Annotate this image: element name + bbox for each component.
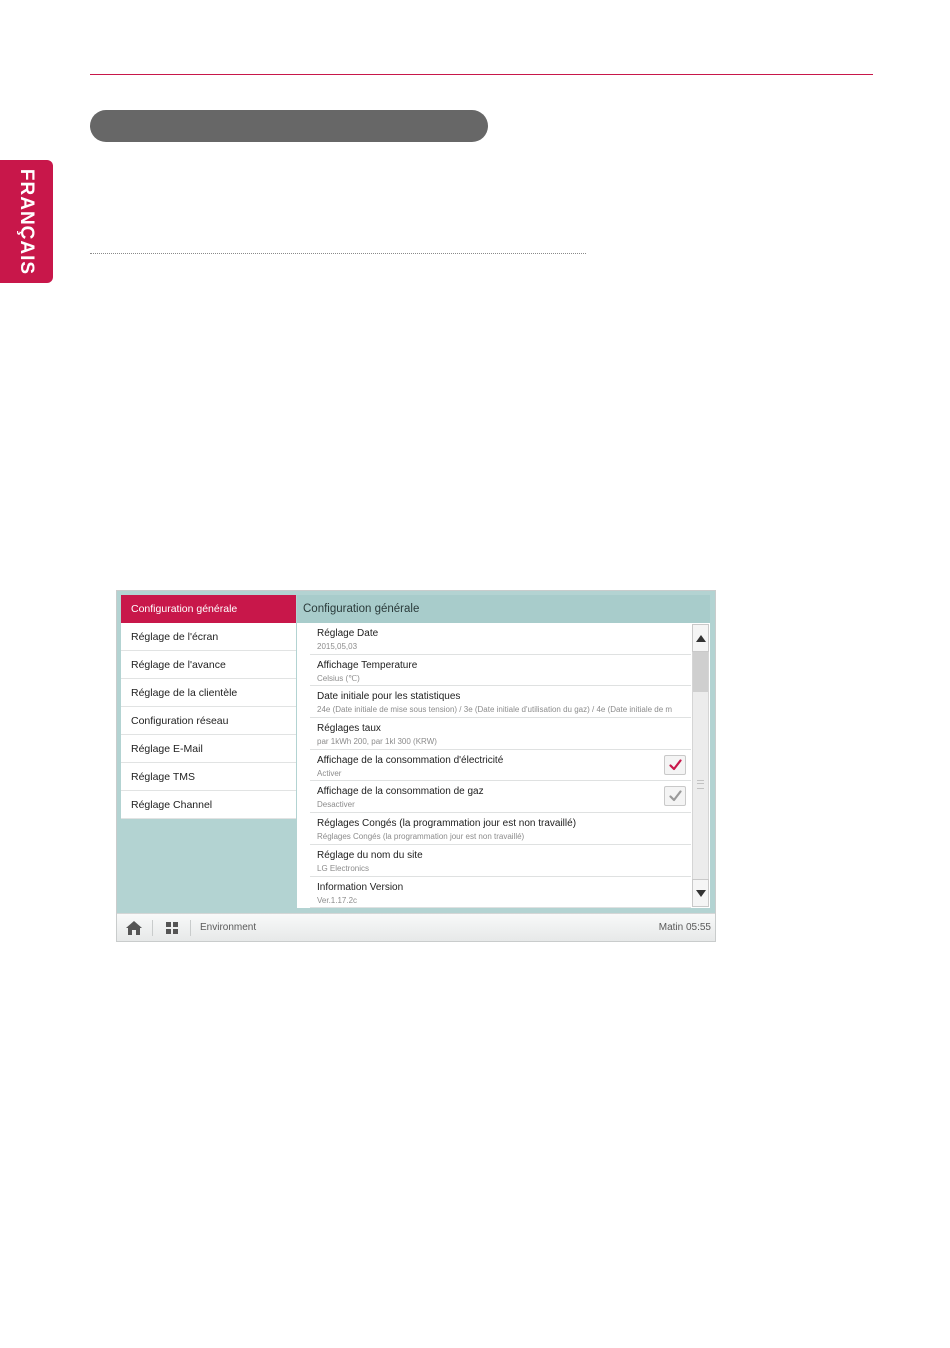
- settings-sidebar: Configuration générale Réglage de l'écra…: [121, 595, 296, 819]
- setting-title: Réglages taux: [317, 723, 381, 735]
- setting-row-holidays[interactable]: Réglages Congés (la programmation jour e…: [310, 813, 691, 845]
- setting-value: Desactiver: [317, 800, 355, 810]
- setting-row-stats-start-date[interactable]: Date initiale pour les statistiques 24e …: [310, 686, 691, 719]
- setting-title: Information Version: [317, 881, 404, 893]
- setting-title: Affichage de la consommation d'électrici…: [317, 754, 504, 766]
- setting-title: Réglage du nom du site: [317, 849, 423, 861]
- grip-icon: [697, 780, 704, 789]
- sidebar-item-channel-settings[interactable]: Réglage Channel: [121, 791, 296, 819]
- grid-menu-icon[interactable]: [165, 921, 181, 935]
- section-title-pill: [90, 110, 488, 142]
- clock-time: Matin 05:55: [658, 922, 711, 933]
- scroll-down-button[interactable]: [692, 879, 709, 907]
- setting-title: Réglage Date: [317, 628, 379, 639]
- scroll-track[interactable]: [692, 652, 709, 879]
- panel-header: Configuration générale: [297, 595, 710, 623]
- gas-display-checkbox[interactable]: [664, 786, 686, 807]
- breadcrumb-environment[interactable]: Environment: [200, 914, 256, 941]
- panel-title: Configuration générale: [303, 603, 420, 615]
- sidebar-item-email-settings[interactable]: Réglage E-Mail: [121, 735, 296, 763]
- sidebar-item-general-config[interactable]: Configuration générale: [121, 595, 296, 623]
- electricity-display-checkbox[interactable]: [664, 754, 686, 775]
- setting-title: Réglages Congés (la programmation jour e…: [317, 818, 577, 830]
- language-label: FRANÇAIS: [16, 168, 37, 276]
- setting-row-date[interactable]: Réglage Date 2015,05,03: [310, 623, 691, 655]
- setting-value: Celsius (℃): [317, 673, 360, 683]
- setting-value: 24e (Date initiale de mise sous tension)…: [317, 705, 673, 715]
- setting-title: Affichage Temperature: [317, 659, 418, 671]
- setting-value: 2015,05,03: [317, 642, 358, 651]
- sidebar-item-advance-settings[interactable]: Réglage de l'avance: [121, 651, 296, 679]
- sidebar-item-network-config[interactable]: Configuration réseau: [121, 707, 296, 735]
- sidebar-item-tms-settings[interactable]: Réglage TMS: [121, 763, 296, 791]
- setting-value: par 1kWh 200, par 1kl 300 (KRW): [317, 737, 437, 747]
- setting-row-rates[interactable]: Réglages taux par 1kWh 200, par 1kl 300 …: [310, 718, 691, 750]
- bottom-bar-divider: [190, 920, 191, 936]
- checkmark-icon: [669, 759, 682, 770]
- scroll-up-button[interactable]: [692, 624, 709, 652]
- scroll-thumb[interactable]: [693, 652, 708, 692]
- setting-value: Activer: [317, 768, 342, 778]
- setting-row-version[interactable]: Information Version Ver.1.17.2c: [310, 877, 691, 908]
- setting-row-electricity-display[interactable]: Affichage de la consommation d'électrici…: [310, 750, 691, 782]
- triangle-up-icon: [696, 635, 706, 642]
- sidebar-item-customer-settings[interactable]: Réglage de la clientèle: [121, 679, 296, 707]
- sidebar-item-screen-settings[interactable]: Réglage de l'écran: [121, 623, 296, 651]
- setting-title: Affichage de la consommation de gaz: [317, 786, 484, 798]
- top-rule: [90, 74, 873, 75]
- settings-list: Réglage Date 2015,05,03 Affichage Temper…: [297, 623, 691, 908]
- home-icon[interactable]: [126, 921, 142, 935]
- dotted-divider: [90, 253, 586, 254]
- checkmark-icon: [669, 790, 682, 802]
- device-screen: Configuration générale Réglage de l'écra…: [116, 590, 716, 942]
- list-scrollbar[interactable]: [691, 623, 710, 908]
- language-side-tab: FRANÇAIS: [0, 160, 53, 283]
- setting-row-temperature[interactable]: Affichage Temperature Celsius (℃): [310, 655, 691, 687]
- setting-title: Date initiale pour les statistiques: [317, 691, 461, 703]
- bottom-bar-divider: [152, 920, 153, 936]
- setting-value: LG Electronics: [317, 863, 370, 873]
- triangle-down-icon: [696, 890, 706, 897]
- setting-row-site-name[interactable]: Réglage du nom du site LG Electronics: [310, 845, 691, 877]
- setting-row-gas-display[interactable]: Affichage de la consommation de gaz Desa…: [310, 781, 691, 814]
- setting-value: Ver.1.17.2c: [317, 895, 358, 905]
- bottom-bar: Environment Matin 05:55: [117, 913, 715, 941]
- setting-value: Réglages Congés (la programmation jour e…: [317, 832, 525, 842]
